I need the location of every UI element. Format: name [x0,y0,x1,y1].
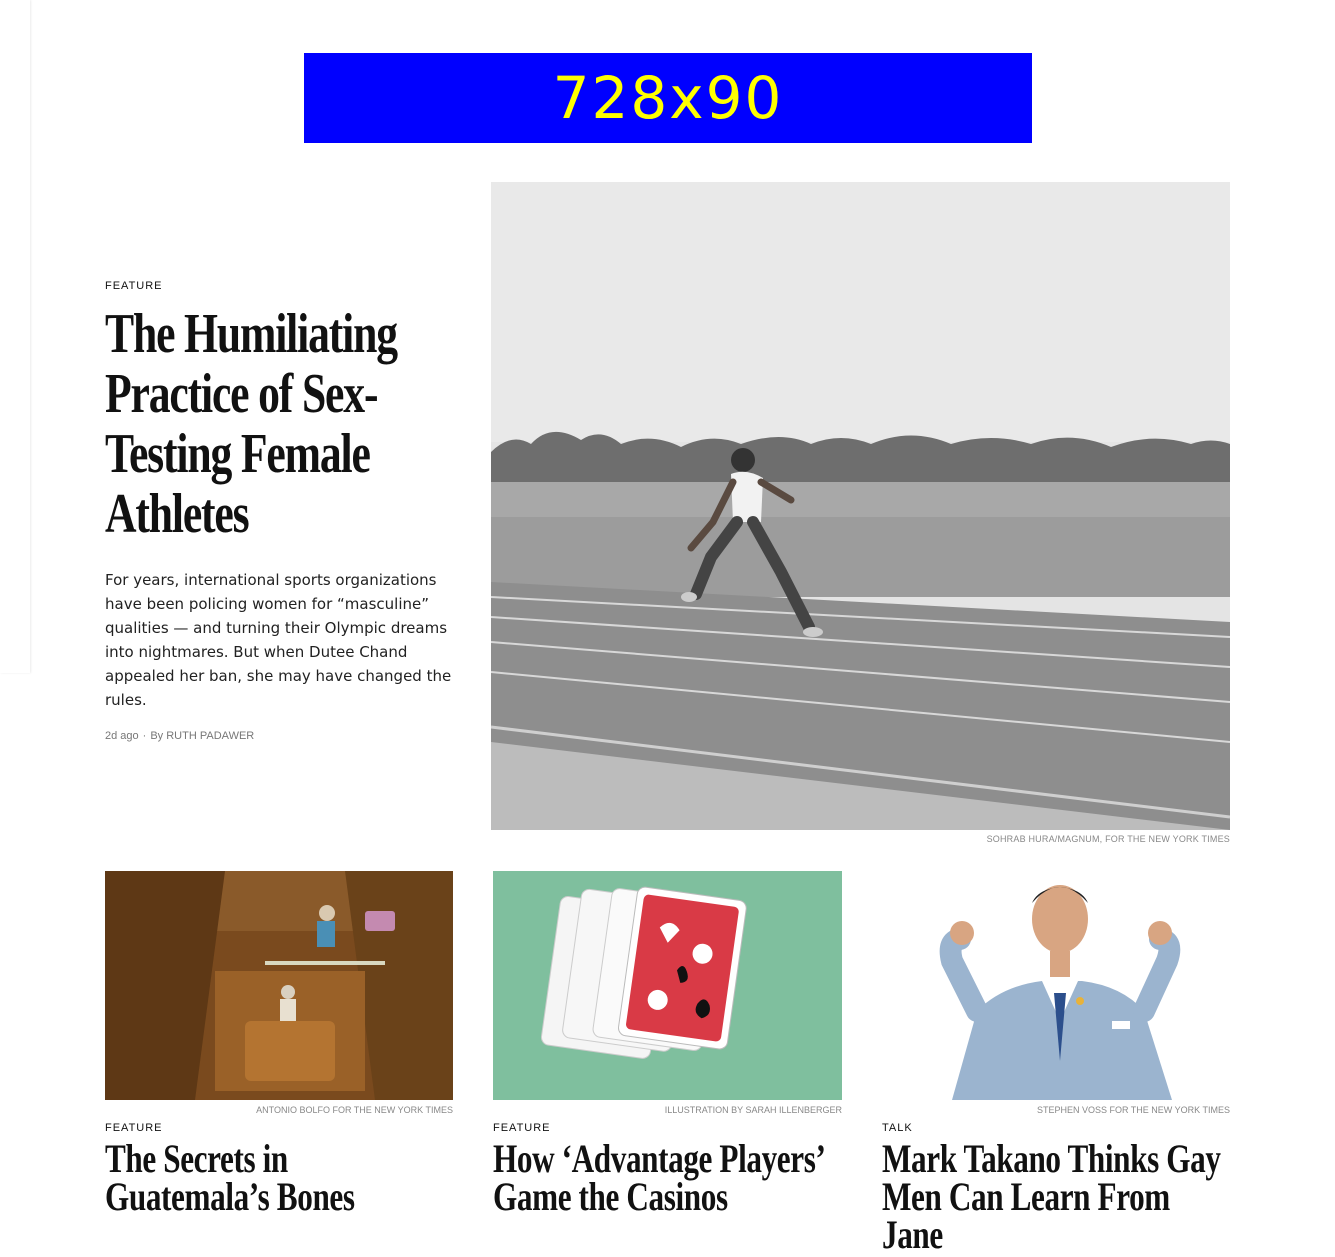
hero-article: Feature The Humiliating Practice of Sex-… [105,280,460,742]
excavation-photo [105,871,453,1100]
card-2-image-credit: Illustration by Sarah Illenberger [664,1105,842,1115]
hero-kicker[interactable]: Feature [105,280,460,292]
hero-image[interactable] [491,182,1230,830]
article-card-3: Stephen Voss for The New York Times Talk… [882,871,1233,1255]
card-2-kicker[interactable]: Feature [493,1122,842,1134]
card-2-headline[interactable]: How ‘Advantage Players’ Game the Casinos [493,1139,844,1217]
runner-photo [491,182,1230,830]
article-card-1: Antonio Bolfo for The New York Times Fea… [105,871,456,1217]
card-3-kicker[interactable]: Talk [882,1122,1230,1134]
card-1-headline[interactable]: The Secrets in Guatemala’s Bones [105,1139,456,1217]
card-1-kicker[interactable]: Feature [105,1122,453,1134]
article-card-2: Illustration by Sarah Illenberger Featur… [493,871,844,1217]
portrait-photo [882,871,1230,1100]
card-3-image[interactable] [882,871,1230,1100]
card-3-image-credit: Stephen Voss for The New York Times [1036,1105,1230,1115]
card-3-headline[interactable]: Mark Takano Thinks Gay Men Can Learn Fro… [882,1139,1233,1255]
hero-author-link[interactable]: Ruth Padawer [166,730,254,742]
hero-summary[interactable]: For years, international sports organiza… [105,568,460,712]
playing-cards-illustration [493,871,842,1100]
card-2-image[interactable] [493,871,842,1100]
ad-banner[interactable]: 728x90 [304,53,1032,143]
ad-label: 728x90 [552,64,784,132]
hero-by: By [150,730,164,742]
side-panel-edge [0,0,30,673]
hero-image-credit: Sohrab Hura/Magnum, for The New York Tim… [986,834,1230,844]
hero-headline[interactable]: The Humiliating Practice of Sex-Testing … [105,304,460,544]
hero-timestamp: 2d ago [105,730,139,742]
hero-byline: 2d ago · By Ruth Padawer [105,730,255,742]
card-1-image[interactable] [105,871,453,1100]
card-1-image-credit: Antonio Bolfo for The New York Times [256,1105,453,1115]
